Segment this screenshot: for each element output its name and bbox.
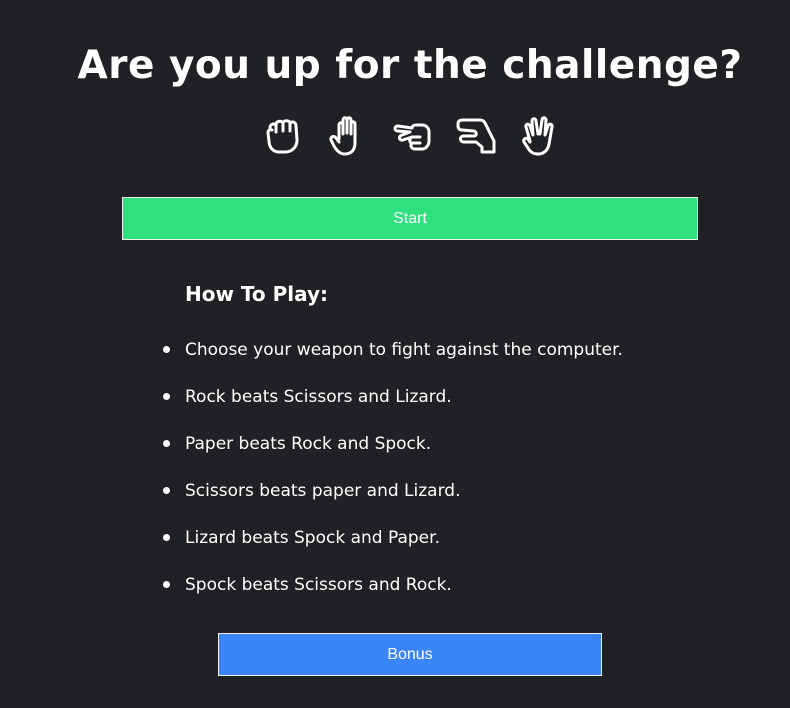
list-item: Scissors beats paper and Lizard.: [160, 477, 623, 524]
how-to-play-heading: How To Play:: [185, 282, 329, 306]
bullet-icon: [163, 534, 170, 541]
hand-scissors-icon: [390, 114, 434, 158]
weapon-icons-row: [262, 114, 562, 160]
rule-text: Paper beats Rock and Spock.: [185, 434, 432, 454]
bonus-button[interactable]: Bonus: [218, 633, 602, 676]
rule-text: Choose your weapon to fight against the …: [185, 340, 623, 360]
rule-text: Lizard beats Spock and Paper.: [185, 528, 440, 548]
list-item: Paper beats Rock and Spock.: [160, 430, 623, 477]
rule-text: Rock beats Scissors and Lizard.: [185, 387, 452, 407]
start-button[interactable]: Start: [122, 197, 698, 240]
hand-spock-icon: [518, 114, 562, 158]
bullet-icon: [163, 346, 170, 353]
rules-list: Choose your weapon to fight against the …: [160, 336, 623, 618]
rule-text: Spock beats Scissors and Rock.: [185, 575, 452, 595]
bullet-icon: [163, 581, 170, 588]
bullet-icon: [163, 393, 170, 400]
hand-paper-icon: [326, 114, 370, 158]
list-item: Choose your weapon to fight against the …: [160, 336, 623, 383]
rule-text: Scissors beats paper and Lizard.: [185, 481, 461, 501]
list-item: Lizard beats Spock and Paper.: [160, 524, 623, 571]
list-item: Spock beats Scissors and Rock.: [160, 571, 623, 618]
list-item: Rock beats Scissors and Lizard.: [160, 383, 623, 430]
bullet-icon: [163, 487, 170, 494]
hand-rock-icon: [262, 114, 306, 158]
page-title: Are you up for the challenge?: [77, 43, 743, 88]
bullet-icon: [163, 440, 170, 447]
hand-lizard-icon: [454, 114, 498, 158]
